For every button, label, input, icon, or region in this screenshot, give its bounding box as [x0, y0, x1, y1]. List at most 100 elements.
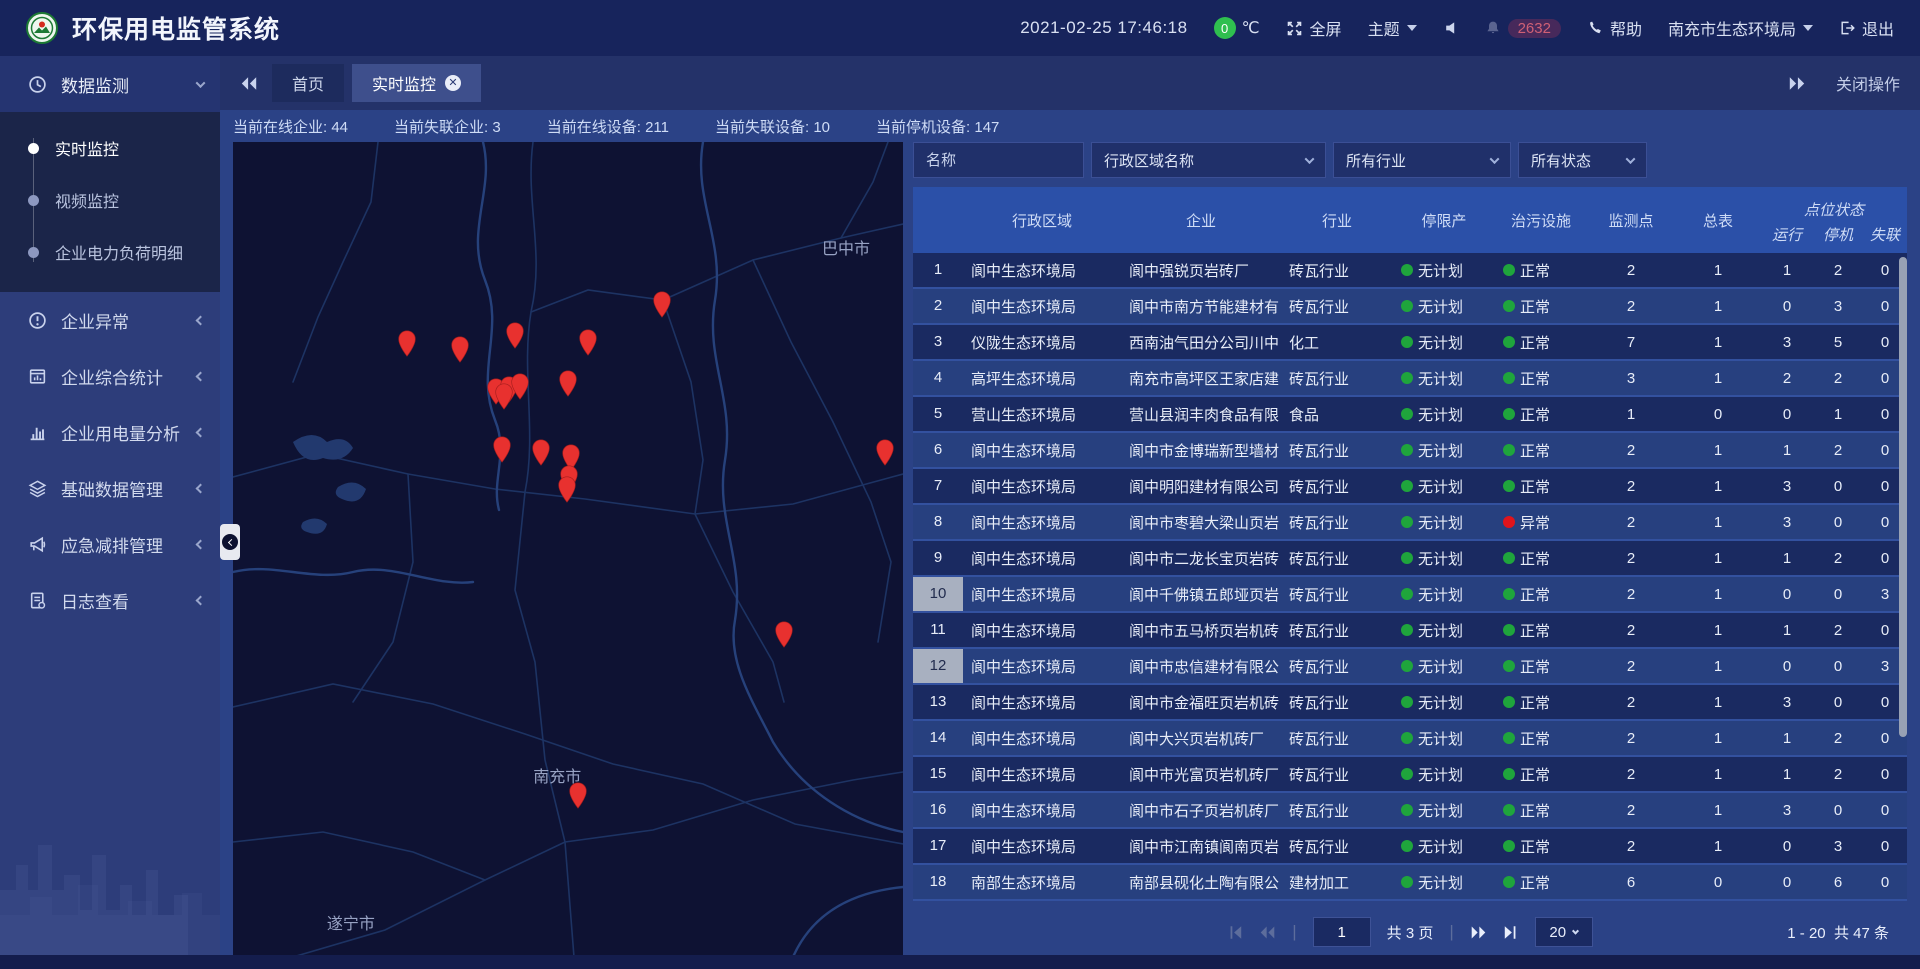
sidebar-item-基础数据管理[interactable]: 基础数据管理 [0, 460, 220, 516]
table-row[interactable]: 13阆中生态环境局阆中市金福旺页岩机砖砖瓦行业无计划正常21300 [913, 685, 1907, 721]
cell-facility-status: 正常 [1495, 656, 1587, 677]
map-marker-icon[interactable] [451, 336, 470, 363]
map-marker-icon[interactable] [492, 436, 511, 463]
status-dot-icon [1503, 840, 1515, 852]
table-row[interactable]: 14阆中生态环境局阆中大兴页岩机砖厂砖瓦行业无计划正常21120 [913, 721, 1907, 757]
industry-select[interactable]: 所有行业 [1333, 142, 1511, 178]
status-dot-icon [1401, 696, 1413, 708]
cell-row-number: 9 [913, 541, 963, 575]
sidebar-item-数据监测[interactable]: 数据监测 [0, 56, 220, 112]
table-row[interactable]: 2阆中生态环境局阆中市南方节能建材有砖瓦行业无计划正常21030 [913, 289, 1907, 325]
cell-running: 1 [1761, 262, 1813, 279]
theme-dropdown[interactable]: 主题 [1368, 16, 1417, 40]
prev-page-button[interactable] [1259, 925, 1276, 940]
table-row[interactable]: 9阆中生态环境局阆中市二龙长宝页岩砖砖瓦行业无计划正常21120 [913, 541, 1907, 577]
cell-row-number: 4 [913, 361, 963, 395]
sidebar-item-应急减排管理[interactable]: 应急减排管理 [0, 516, 220, 572]
table-row[interactable]: 5营山生态环境局营山县润丰肉食品有限食品无计划正常10010 [913, 397, 1907, 433]
stat-当前在线企业: 当前在线企业: 44 [233, 116, 348, 137]
cell-facility-status: 正常 [1495, 548, 1587, 569]
region-select-value: 行政区域名称 [1104, 150, 1194, 171]
close-operations-button[interactable]: 关闭操作 [1836, 71, 1900, 95]
map-marker-icon[interactable] [398, 330, 417, 357]
table-row[interactable]: 16阆中生态环境局阆中市石子页岩机砖厂砖瓦行业无计划正常21300 [913, 793, 1907, 829]
map-marker-icon[interactable] [875, 439, 894, 466]
chevron-left-icon [222, 534, 238, 550]
table-row[interactable]: 12阆中生态环境局阆中市忠信建材有限公砖瓦行业无计划正常21003 [913, 649, 1907, 685]
cell-company: 阆中千佛镇五郎垭页岩 [1121, 584, 1281, 605]
status-dot-icon [1503, 732, 1515, 744]
theme-label: 主题 [1368, 16, 1400, 40]
map-marker-icon[interactable] [558, 476, 577, 503]
tab-首页[interactable]: 首页 [272, 64, 344, 102]
sidebar-item-日志查看[interactable]: 日志查看 [0, 572, 220, 628]
table-row[interactable]: 1阆中生态环境局阆中强锐页岩砖厂砖瓦行业无计划正常21120 [913, 253, 1907, 289]
mute-button[interactable] [1443, 20, 1459, 36]
table-row[interactable]: 17阆中生态环境局阆中市江南镇阆南页岩砖瓦行业无计划正常21030 [913, 829, 1907, 865]
sidebar-item-企业用电量分析[interactable]: 企业用电量分析 [0, 404, 220, 460]
cell-total-meters: 1 [1675, 838, 1761, 855]
next-page-button[interactable] [1470, 925, 1487, 940]
map-marker-icon[interactable] [774, 621, 793, 648]
cell-monitor-points: 6 [1587, 874, 1675, 891]
map-marker-icon[interactable] [652, 291, 671, 318]
notifications-button[interactable]: 2632 [1485, 19, 1561, 38]
cell-total-meters: 1 [1675, 478, 1761, 495]
sidebar-item-企业综合统计[interactable]: 企业综合统计 [0, 348, 220, 404]
map-marker-icon[interactable] [510, 373, 529, 400]
cell-facility-status: 正常 [1495, 332, 1587, 353]
table-scrollbar-thumb[interactable] [1899, 257, 1907, 737]
org-dropdown[interactable]: 南充市生态环境局 [1668, 16, 1813, 40]
table-row[interactable]: 6阆中生态环境局阆中市金博瑞新型墙材砖瓦行业无计划正常21120 [913, 433, 1907, 469]
sidebar-subitem-企业电力负荷明细[interactable]: 企业电力负荷明细 [0, 226, 220, 278]
app-logo-icon [26, 12, 58, 44]
cell-facility-status: 正常 [1495, 692, 1587, 713]
fullscreen-button[interactable]: 全屏 [1286, 16, 1342, 40]
sidebar-item-label: 企业用电量分析 [61, 420, 183, 445]
name-search-input[interactable] [913, 142, 1084, 178]
tab-实时监控[interactable]: 实时监控✕ [352, 64, 481, 102]
table-row[interactable]: 7阆中生态环境局阆中明阳建材有限公司砖瓦行业无计划正常21300 [913, 469, 1907, 505]
map-panel[interactable]: 巴中市南充市遂宁市 [233, 142, 903, 955]
table-row[interactable]: 11阆中生态环境局阆中市五马桥页岩机砖砖瓦行业无计划正常21120 [913, 613, 1907, 649]
table-row[interactable]: 10阆中生态环境局阆中千佛镇五郎垭页岩砖瓦行业无计划正常21003 [913, 577, 1907, 613]
cell-running: 3 [1761, 478, 1813, 495]
page-number-input[interactable] [1313, 917, 1371, 947]
cell-region: 阆中生态环境局 [963, 620, 1121, 641]
map-collapse-button[interactable] [220, 524, 240, 560]
cell-row-number: 6 [913, 433, 963, 467]
table-row[interactable]: 18南部生态环境局南部县砚化土陶有限公建材加工无计划正常60060 [913, 865, 1907, 901]
cell-facility-status: 正常 [1495, 296, 1587, 317]
last-page-button[interactable] [1503, 925, 1519, 940]
map-marker-icon[interactable] [579, 329, 598, 356]
table-row[interactable]: 4高坪生态环境局南充市高坪区王家店建砖瓦行业无计划正常31220 [913, 361, 1907, 397]
help-button[interactable]: 帮助 [1587, 16, 1642, 40]
content-area: 当前在线企业: 44当前失联企业: 3当前在线设备: 211当前失联设备: 10… [220, 110, 1920, 955]
sidebar-item-企业异常[interactable]: 企业异常 [0, 292, 220, 348]
cell-production-status: 无计划 [1393, 656, 1495, 677]
tabs-scroll-left-icon[interactable] [240, 76, 258, 91]
status-select[interactable]: 所有状态 [1518, 142, 1647, 178]
region-select[interactable]: 行政区域名称 [1091, 142, 1326, 178]
map-marker-icon[interactable] [559, 370, 578, 397]
page-size-select[interactable]: 20 [1535, 917, 1593, 947]
log-file-icon [28, 591, 47, 610]
map-marker-icon[interactable] [569, 782, 588, 809]
first-page-button[interactable] [1227, 925, 1243, 940]
sidebar-subitem-实时监控[interactable]: 实时监控 [0, 122, 220, 174]
map-marker-icon[interactable] [506, 322, 525, 349]
cell-stopped: 5 [1813, 334, 1863, 351]
close-icon[interactable]: ✕ [445, 75, 461, 91]
table-row[interactable]: 8阆中生态环境局阆中市枣碧大梁山页岩砖瓦行业无计划异常21300 [913, 505, 1907, 541]
cell-region: 阆中生态环境局 [963, 476, 1121, 497]
table-row[interactable]: 3仪陇生态环境局西南油气田分公司川中化工无计划正常71350 [913, 325, 1907, 361]
chevron-down-icon [1803, 25, 1813, 31]
status-dot-icon [1401, 768, 1413, 780]
sidebar-subitem-视频监控[interactable]: 视频监控 [0, 174, 220, 226]
map-marker-icon[interactable] [532, 439, 551, 466]
logout-button[interactable]: 退出 [1839, 16, 1894, 40]
map-canvas[interactable]: 巴中市南充市遂宁市 [233, 142, 903, 955]
tabs-scroll-right-icon[interactable] [1788, 76, 1806, 91]
table-row[interactable]: 15阆中生态环境局阆中市光富页岩机砖厂砖瓦行业无计划正常21120 [913, 757, 1907, 793]
cell-row-number: 14 [913, 721, 963, 755]
